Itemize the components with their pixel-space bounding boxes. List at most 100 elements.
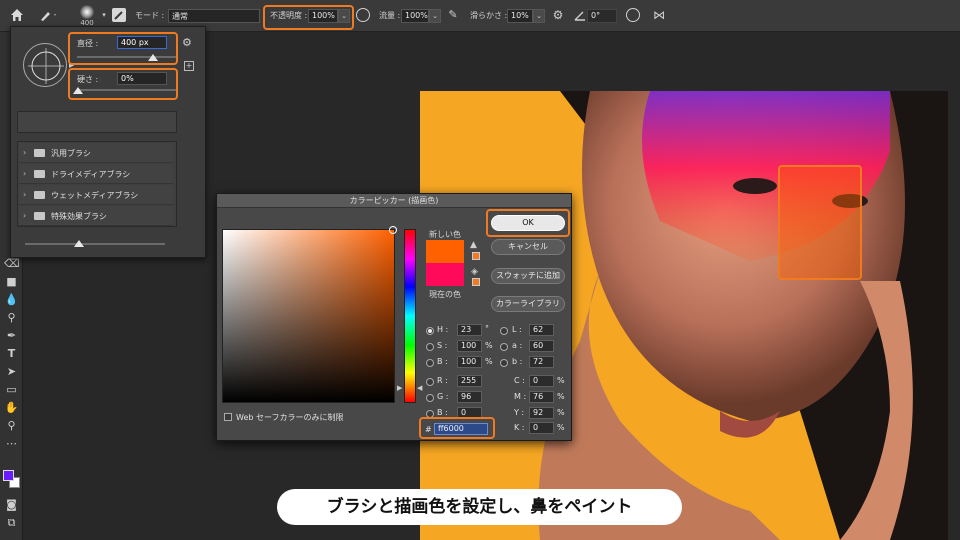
folder-icon <box>34 191 45 199</box>
c-field[interactable]: 0 <box>529 375 554 387</box>
s-radio[interactable] <box>426 343 434 351</box>
folder-general-brushes[interactable]: › 汎用ブラシ <box>19 143 173 163</box>
b-radio[interactable] <box>426 359 434 367</box>
new-color-swatch <box>426 240 464 263</box>
brush-angle-dial[interactable] <box>23 43 67 87</box>
airbrush-icon[interactable]: ✎ <box>446 8 460 22</box>
h-label: H : <box>437 325 449 334</box>
pressure-size-icon[interactable] <box>626 8 640 22</box>
screen-mode-icon[interactable]: ⧉ <box>4 515 19 530</box>
cancel-button[interactable]: キャンセル <box>491 239 565 255</box>
new-preset-icon[interactable]: + <box>184 61 194 71</box>
folder-icon <box>34 149 45 157</box>
hue-slider-left-arrow[interactable]: ▶ <box>397 384 402 392</box>
type-tool-icon[interactable]: T <box>4 346 19 361</box>
flow-dropdown[interactable]: ⌄ <box>429 9 441 23</box>
chevron-right-icon: › <box>23 148 27 157</box>
g-field[interactable]: 96 <box>457 391 482 403</box>
web-safe-color-chip[interactable] <box>472 278 480 286</box>
home-icon[interactable] <box>9 7 25 23</box>
saturation-brightness-field[interactable] <box>222 229 395 403</box>
a-field[interactable]: 60 <box>529 340 554 352</box>
path-select-tool-icon[interactable]: ➤ <box>4 364 19 379</box>
nose-highlight <box>778 165 862 280</box>
l-radio[interactable] <box>500 327 508 335</box>
tutorial-caption: ブラシと描画色を設定し、鼻をペイント <box>277 489 682 525</box>
new-color-label: 新しい色 <box>429 230 461 239</box>
folder-label: 汎用ブラシ <box>51 149 91 158</box>
a-radio[interactable] <box>500 343 508 351</box>
web-safe-cube-icon[interactable]: ◈ <box>471 267 478 277</box>
gradient-tool-icon[interactable]: ■ <box>4 274 19 289</box>
h-unit: ° <box>485 324 489 333</box>
symmetry-butterfly-icon[interactable]: ⋈ <box>651 8 667 22</box>
foreground-color-swatch[interactable] <box>3 470 14 481</box>
angle-field[interactable]: 0° <box>587 9 617 23</box>
h-radio[interactable] <box>426 327 434 335</box>
quick-mask-icon[interactable]: ◙ <box>4 497 19 512</box>
folder-special-effects-brushes[interactable]: › 特殊効果ブラシ <box>19 206 173 226</box>
folder-label: ウェットメディアブラシ <box>51 191 139 200</box>
folder-icon <box>34 212 45 220</box>
blur-tool-icon[interactable]: 💧 <box>4 292 19 307</box>
l-field[interactable]: 62 <box>529 324 554 336</box>
hue-slider-right-arrow[interactable]: ◀ <box>417 384 422 392</box>
more-tools-icon[interactable]: ⋯ <box>4 436 19 451</box>
rectangle-tool-icon[interactable]: ▭ <box>4 382 19 397</box>
brush-search-box[interactable] <box>17 111 177 133</box>
r-label: R : <box>437 376 448 385</box>
chevron-right-icon: › <box>23 190 27 199</box>
hue-slider[interactable] <box>404 229 416 403</box>
smoothing-dropdown[interactable]: ⌄ <box>533 9 545 23</box>
pressure-opacity-icon[interactable] <box>356 8 370 22</box>
chevron-right-icon: › <box>23 169 27 178</box>
brush-tool-icon[interactable] <box>38 7 60 23</box>
b-field[interactable]: 100 <box>457 356 482 368</box>
current-color-label: 現在の色 <box>429 290 461 299</box>
k-field[interactable]: 0 <box>529 422 554 434</box>
ok-highlight <box>486 209 570 237</box>
preview-size-slider[interactable] <box>25 243 165 245</box>
lab-b-field[interactable]: 72 <box>529 356 554 368</box>
add-to-swatches-button[interactable]: スウォッチに追加 <box>491 268 565 284</box>
y-unit: % <box>557 408 565 417</box>
y-field[interactable]: 92 <box>529 407 554 419</box>
color-picker-cursor[interactable] <box>389 226 397 234</box>
web-safe-label: Web セーフカラーのみに制限 <box>236 413 344 422</box>
m-field[interactable]: 76 <box>529 391 554 403</box>
web-safe-checkbox[interactable] <box>224 413 232 421</box>
gear-icon[interactable]: ⚙ <box>551 8 565 22</box>
folder-label: ドライメディアブラシ <box>51 170 131 179</box>
r-radio[interactable] <box>426 378 434 386</box>
gamut-warning-icon[interactable]: ▲ <box>470 240 477 250</box>
eraser-tool-icon[interactable]: ⌫ <box>4 256 20 271</box>
lab-b-radio[interactable] <box>500 359 508 367</box>
g-label: G : <box>437 392 449 401</box>
diameter-highlight <box>68 32 178 65</box>
flow-field[interactable]: 100% <box>401 9 429 23</box>
color-picker-dialog: カラーピッカー (描画色) ▶ ◀ 新しい色 現在の色 ▲ ◈ OK キャンセル… <box>216 193 572 441</box>
mode-select[interactable]: 通常 <box>168 9 260 23</box>
preview-size-slider-thumb[interactable] <box>74 240 84 247</box>
dodge-tool-icon[interactable]: ⚲ <box>4 310 19 325</box>
y-label: Y : <box>514 408 525 417</box>
hand-tool-icon[interactable]: ✋ <box>4 400 19 415</box>
gear-icon[interactable]: ⚙ <box>182 36 192 49</box>
color-libraries-button[interactable]: カラーライブラリ <box>491 296 565 312</box>
folder-wet-media-brushes[interactable]: › ウェットメディアブラシ <box>19 185 173 205</box>
g-radio[interactable] <box>426 394 434 402</box>
smoothing-field[interactable]: 10% <box>507 9 533 23</box>
angle-icon[interactable] <box>573 8 587 22</box>
folder-dry-media-brushes[interactable]: › ドライメディアブラシ <box>19 164 173 184</box>
gamut-color-chip[interactable] <box>472 252 480 260</box>
b-unit: % <box>485 357 493 366</box>
pen-tool-icon[interactable]: ✒ <box>4 328 19 343</box>
chevron-down-icon[interactable]: ▾ <box>100 11 108 19</box>
c-label: C : <box>514 376 525 385</box>
r-field[interactable]: 255 <box>457 375 482 387</box>
current-color-swatch[interactable] <box>426 263 464 286</box>
h-field[interactable]: 23 <box>457 324 482 336</box>
s-field[interactable]: 100 <box>457 340 482 352</box>
brush-settings-panel-icon[interactable] <box>112 8 126 22</box>
zoom-tool-icon[interactable]: ⚲ <box>4 418 19 433</box>
